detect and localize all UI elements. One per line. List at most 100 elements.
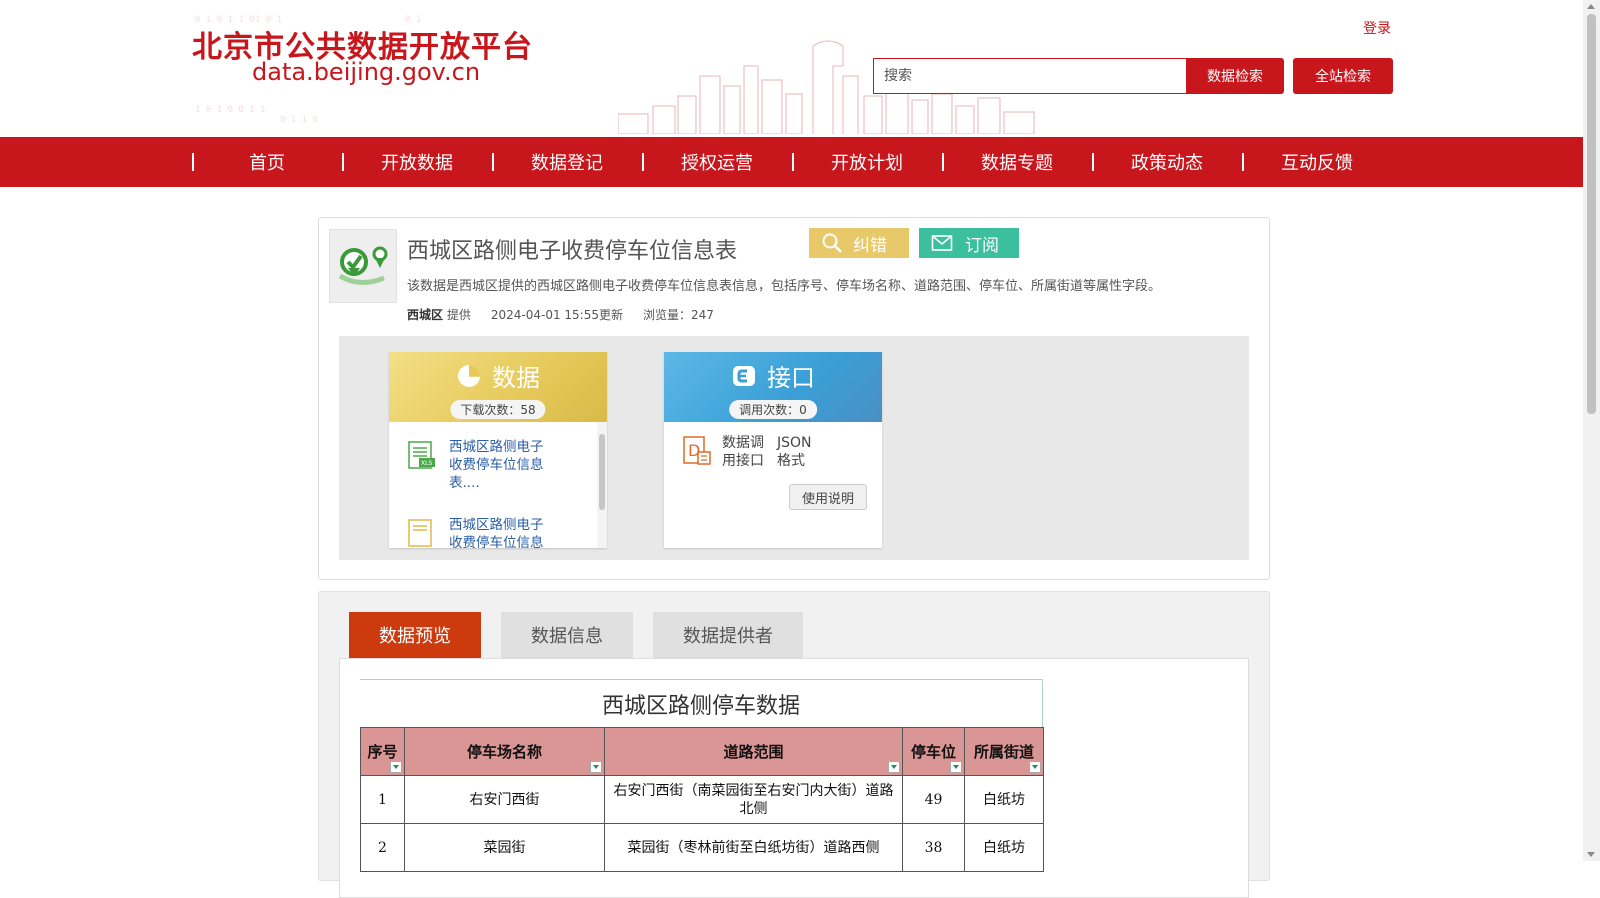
api-description[interactable]: 数据调用接口 [722, 434, 767, 470]
table-cell: 菜园街 [404, 823, 605, 872]
resources-panel: 数据 下载次数：58 XLS 西城区路侧电子收费停车位信息表.... 西城区路侧… [339, 336, 1249, 560]
dataset-description: 该数据是西城区提供的西城区路侧电子收费停车位信息表信息，包括序号、停车场名称、道… [407, 279, 1162, 294]
column-header-label: 停车位 [910, 743, 956, 761]
nav-item-policy-news[interactable]: 政策动态 [1092, 137, 1242, 187]
table-cell: 右安门西街（南菜园街至右安门内大街）道路北侧 [604, 775, 903, 824]
magnifier-icon [822, 233, 842, 253]
filter-dropdown-icon[interactable] [1029, 761, 1041, 773]
preview-table: 序号 停车场名称 道路范围 停车位 所属街道 1 右安门西街 右安门西街（南菜园… [360, 727, 1044, 872]
api-document-icon: D [683, 436, 711, 465]
api-box: 接口 调用次数：0 D 数据调用接口 JSON格式 使用说明 [664, 352, 882, 548]
column-header-label: 序号 [367, 743, 398, 761]
nav-item-data-topics[interactable]: 数据专题 [942, 137, 1092, 187]
table-row: 1 右安门西街 右安门西街（南菜园街至右安门内大街）道路北侧 49 白纸坊 [360, 775, 1044, 824]
table-cell: 38 [902, 823, 965, 872]
file-name[interactable]: 西城区路侧电子收费停车位信息 [449, 516, 549, 548]
table-cell: 右安门西街 [404, 775, 605, 824]
tab-data-provider[interactable]: 数据提供者 [653, 612, 803, 658]
site-header: 0 1 0 1 1 0 1 0 1 0 1 1 0 1 0 0 1 1 0 1 … [0, 0, 1583, 134]
correct-button[interactable]: 纠错 [809, 228, 909, 258]
download-count: 下载次数：58 [450, 400, 546, 419]
data-download-box: 数据 下载次数：58 XLS 西城区路侧电子收费停车位信息表.... 西城区路侧… [389, 352, 607, 548]
pie-chart-icon [458, 364, 480, 387]
data-search-button[interactable]: 数据检索 [1186, 58, 1284, 94]
tab-data-info[interactable]: 数据信息 [501, 612, 633, 658]
tab-bar: 数据预览 数据信息 数据提供者 [349, 612, 803, 658]
subscribe-button[interactable]: 订阅 [919, 228, 1019, 258]
table-cell: 2 [360, 823, 405, 872]
file-name[interactable]: 西城区路侧电子收费停车位信息表.... [449, 438, 549, 492]
filter-dropdown-icon[interactable] [950, 761, 962, 773]
data-preview-panel: 西城区路侧停车数据 序号 停车场名称 道路范围 停车位 所属街道 1 右安门西街… [339, 658, 1249, 898]
view-count: 浏览量：247 [643, 308, 714, 322]
api-format: JSON格式 [777, 435, 812, 469]
api-box-title: 接口 [767, 364, 815, 392]
provider-name[interactable]: 西城区 [407, 308, 443, 322]
column-header: 停车场名称 [404, 727, 605, 776]
filter-dropdown-icon[interactable] [888, 761, 900, 773]
subscribe-button-label: 订阅 [965, 235, 999, 256]
scrollbar-thumb[interactable] [599, 434, 605, 510]
table-row: 2 菜园街 菜园街（枣林前街至白纸坊街）道路西侧 38 白纸坊 [360, 823, 1044, 872]
svg-text:XLS: XLS [421, 460, 432, 467]
file-item[interactable]: 西城区路侧电子收费停车位信息 [407, 516, 549, 548]
table-cell: 1 [360, 775, 405, 824]
nav-item-open-data[interactable]: 开放数据 [342, 137, 492, 187]
column-header: 序号 [360, 727, 405, 776]
login-link[interactable]: 登录 [1363, 18, 1391, 38]
page-scrollbar[interactable] [1583, 0, 1600, 861]
table-cell: 49 [902, 775, 965, 824]
site-search-button[interactable]: 全站检索 [1293, 58, 1393, 94]
table-header-row: 序号 停车场名称 道路范围 停车位 所属街道 [360, 727, 1044, 776]
call-count: 调用次数：0 [729, 400, 817, 419]
filter-dropdown-icon[interactable] [590, 761, 602, 773]
preview-card: 数据预览 数据信息 数据提供者 西城区路侧停车数据 序号 停车场名称 道路范围 … [318, 591, 1270, 898]
column-header-label: 道路范围 [723, 743, 784, 761]
nav-item-data-registration[interactable]: 数据登记 [492, 137, 642, 187]
dataset-icon [329, 229, 397, 303]
scroll-down-arrow-icon[interactable] [1587, 852, 1595, 857]
table-cell: 白纸坊 [964, 775, 1044, 824]
nav-item-feedback[interactable]: 互动反馈 [1242, 137, 1392, 187]
svg-text:1 0 1 0 0 1 1: 1 0 1 0 0 1 1 [195, 105, 265, 115]
update-time: 2024-04-01 15:55更新 [490, 308, 623, 322]
data-box-header: 数据 下载次数：58 [389, 352, 607, 422]
nav-item-authorized-operation[interactable]: 授权运营 [642, 137, 792, 187]
api-box-header: 接口 调用次数：0 [664, 352, 882, 422]
dataset-detail-card: 西城区路侧电子收费停车位信息表 纠错 订阅 该数据是西城区提供的西城区路侧电子收… [318, 217, 1270, 580]
file-item[interactable]: XLS 西城区路侧电子收费停车位信息表.... [407, 438, 549, 492]
column-header: 停车位 [902, 727, 965, 776]
filter-dropdown-icon[interactable] [390, 761, 402, 773]
xls-file-icon: XLS [408, 441, 435, 469]
table-cell: 白纸坊 [964, 823, 1044, 872]
file-list: XLS 西城区路侧电子收费停车位信息表.... 西城区路侧电子收费停车位信息 [389, 422, 607, 548]
logo-domain[interactable]: data.beijing.gov.cn [252, 58, 480, 86]
file-icon [408, 519, 432, 547]
dataset-title: 西城区路侧电子收费停车位信息表 [407, 239, 738, 264]
svg-text:0 1 1 0: 0 1 1 0 [280, 115, 318, 125]
nav-item-open-plan[interactable]: 开放计划 [792, 137, 942, 187]
envelope-icon [931, 235, 953, 251]
column-header: 所属街道 [964, 727, 1044, 776]
spreadsheet-preview: 西城区路侧停车数据 序号 停车场名称 道路范围 停车位 所属街道 1 右安门西街… [360, 679, 1044, 872]
column-header-label: 停车场名称 [466, 743, 542, 761]
usage-guide-button[interactable]: 使用说明 [789, 484, 867, 510]
provider-suffix: 提供 [446, 308, 471, 322]
correct-button-label: 纠错 [853, 235, 887, 256]
api-icon [733, 365, 755, 386]
scroll-up-arrow-icon[interactable] [1587, 4, 1595, 9]
dataset-meta: 西城区 提供 2024-04-01 15:55更新 浏览量：247 [407, 306, 714, 323]
file-list-scrollbar[interactable] [597, 422, 607, 548]
table-cell: 菜园街（枣林前街至白纸坊街）道路西侧 [604, 823, 903, 872]
column-header-label: 所属街道 [973, 743, 1034, 761]
provider-info: 西城区 提供 [407, 306, 471, 323]
nav-item-home[interactable]: 首页 [192, 137, 342, 187]
map-pin-check-icon [338, 246, 388, 285]
main-nav: 首页 开放数据 数据登记 授权运营 开放计划 数据专题 政策动态 互动反馈 [0, 137, 1583, 187]
tab-data-preview[interactable]: 数据预览 [349, 612, 481, 658]
column-header: 道路范围 [604, 727, 903, 776]
data-box-title: 数据 [492, 364, 540, 392]
sheet-title: 西城区路侧停车数据 [360, 679, 1043, 727]
search-input[interactable] [873, 58, 1186, 94]
page-scrollbar-thumb[interactable] [1587, 14, 1596, 414]
